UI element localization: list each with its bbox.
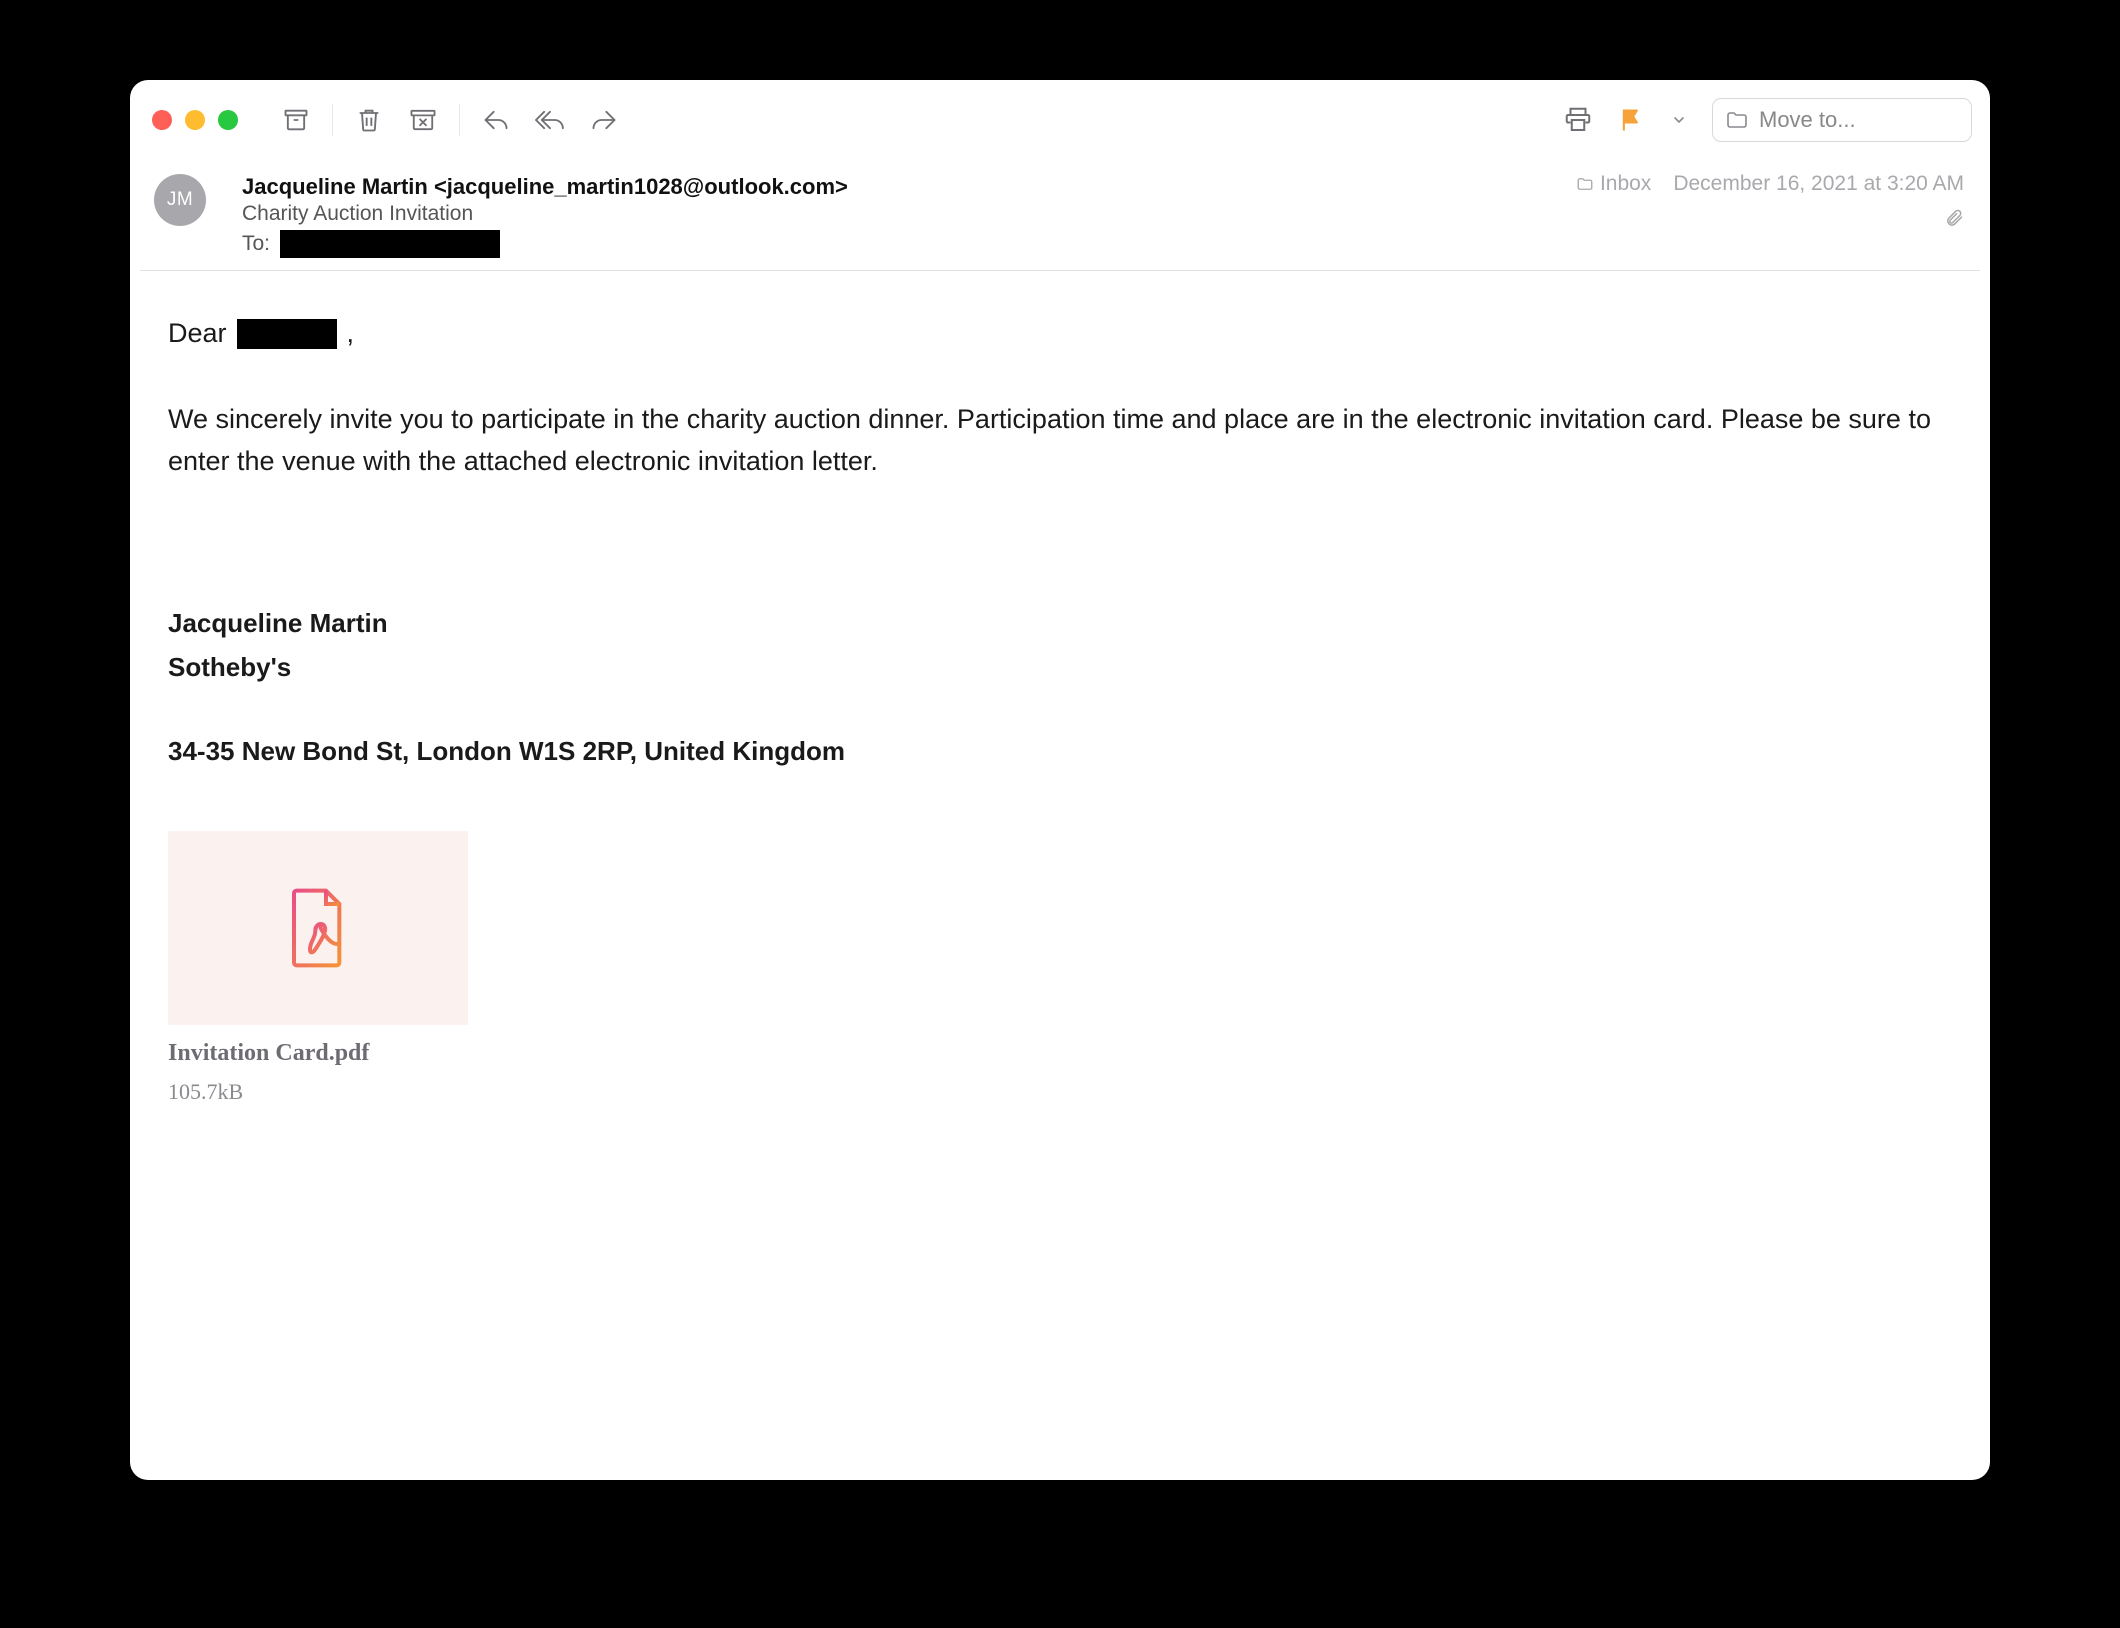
folder-icon [1576, 175, 1594, 193]
attachment-filename: Invitation Card.pdf [168, 1035, 468, 1072]
close-window-button[interactable] [152, 110, 172, 130]
greeting-name-redacted [237, 319, 337, 349]
avatar-initials: JM [167, 189, 193, 211]
greeting-line: Dear , [168, 313, 1952, 355]
sender-avatar: JM [154, 174, 206, 226]
greeting-prefix: Dear [168, 313, 227, 355]
message-body: Dear , We sincerely invite you to partic… [130, 271, 1990, 1133]
header-meta: Inbox December 16, 2021 at 3:20 AM [1576, 172, 1964, 196]
body-paragraph-1: We sincerely invite you to participate i… [168, 399, 1952, 483]
to-line: To: [242, 230, 1954, 258]
folder-name: Inbox [1600, 172, 1651, 196]
attachment-thumbnail [168, 831, 468, 1025]
toolbar: Move to... [130, 80, 1990, 160]
attachment-icon[interactable] [1944, 208, 1964, 233]
flag-button[interactable] [1608, 96, 1656, 144]
trash-button[interactable] [345, 96, 393, 144]
signature-block: Jacqueline Martin Sotheby's [168, 603, 1952, 688]
fullscreen-window-button[interactable] [218, 110, 238, 130]
print-button[interactable] [1554, 96, 1602, 144]
to-label: To: [242, 232, 270, 256]
forward-button[interactable] [580, 96, 628, 144]
signature-address: 34-35 New Bond St, London W1S 2RP, Unite… [168, 731, 1952, 771]
pdf-file-icon [286, 888, 350, 968]
message-header: JM Jacqueline Martin <jacqueline_martin1… [140, 160, 1980, 271]
greeting-suffix: , [347, 313, 355, 355]
move-to-label: Move to... [1759, 107, 1856, 133]
attachment-size: 105.7kB [168, 1075, 468, 1109]
subject-line: Charity Auction Invitation [242, 202, 1954, 226]
signature-name: Jacqueline Martin [168, 603, 1952, 643]
minimize-window-button[interactable] [185, 110, 205, 130]
mail-window: Move to... JM Jacqueline Martin <jacquel… [130, 80, 1990, 1480]
attachment-card[interactable]: Invitation Card.pdf 105.7kB [168, 831, 468, 1108]
toolbar-separator [459, 104, 460, 136]
archive-button[interactable] [272, 96, 320, 144]
message-date: December 16, 2021 at 3:20 AM [1673, 172, 1964, 196]
folder-icon [1725, 108, 1749, 132]
folder-chip[interactable]: Inbox [1576, 172, 1651, 196]
move-to-button[interactable]: Move to... [1712, 98, 1972, 142]
toolbar-separator [332, 104, 333, 136]
to-recipient-redacted [280, 230, 500, 258]
window-controls [152, 110, 238, 130]
reply-all-button[interactable] [526, 96, 574, 144]
flag-menu-chevron[interactable] [1662, 96, 1696, 144]
junk-button[interactable] [399, 96, 447, 144]
reply-button[interactable] [472, 96, 520, 144]
signature-company: Sotheby's [168, 647, 1952, 687]
